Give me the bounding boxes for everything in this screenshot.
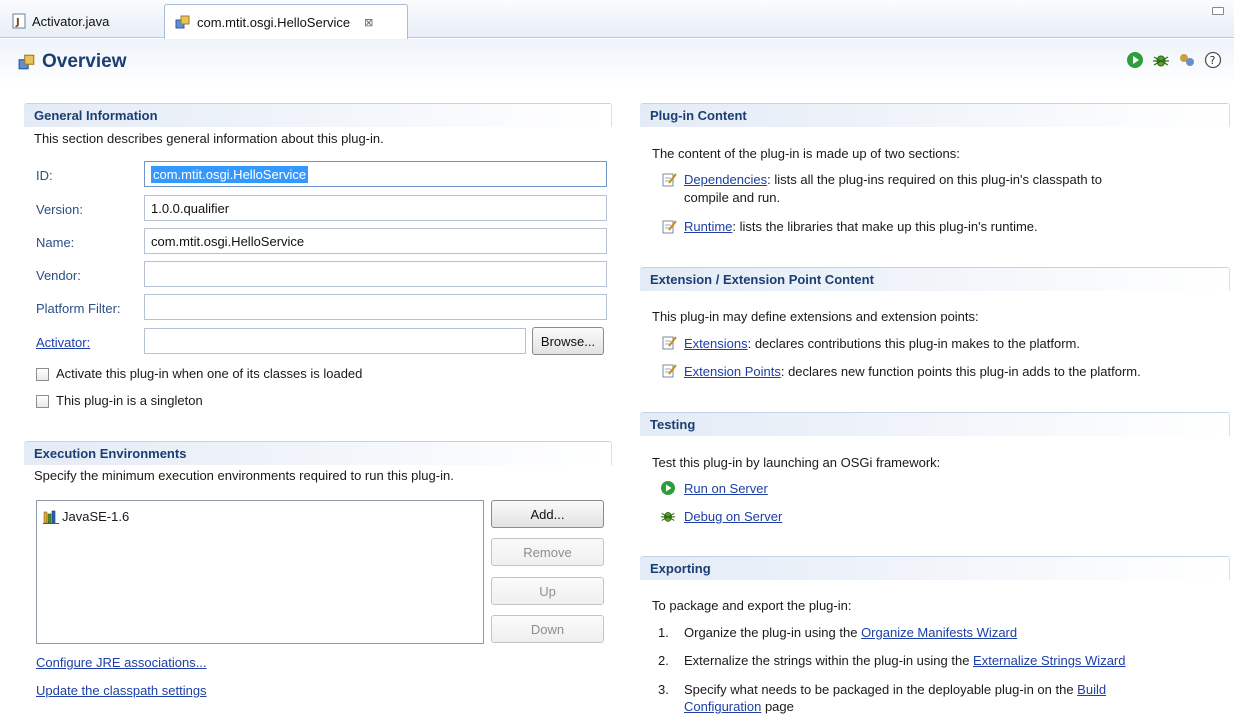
name-field[interactable]: com.mtit.osgi.HelloService — [144, 228, 607, 254]
extension-intro: This plug-in may define extensions and e… — [652, 309, 979, 324]
activate-lazily-label: Activate this plug-in when one of its cl… — [56, 366, 363, 381]
help-icon[interactable]: ? — [1204, 51, 1222, 69]
tab-label: com.mtit.osgi.HelloService — [197, 14, 351, 30]
runtime-line: Runtime: lists the libraries that make u… — [684, 219, 1038, 234]
id-value: com.mtit.osgi.HelloService — [151, 165, 309, 183]
extension-content-header[interactable]: Extension / Extension Point Content — [640, 267, 1230, 291]
java-file-icon: J — [12, 13, 26, 29]
add-environment-button[interactable]: Add... — [491, 500, 604, 528]
list-item[interactable]: JavaSE-1.6 — [43, 509, 129, 524]
platform-filter-field[interactable] — [144, 294, 607, 320]
run-on-server-link[interactable]: Run on Server — [684, 481, 768, 496]
tab-label: Activator.java — [32, 13, 110, 29]
svg-text:J: J — [15, 17, 20, 28]
execution-environment-list[interactable]: JavaSE-1.6 — [36, 500, 484, 644]
testing-intro: Test this plug-in by launching an OSGi f… — [652, 455, 941, 470]
export-step-3: Specify what needs to be packaged in the… — [684, 682, 1106, 697]
dependencies-text: : lists all the plug-ins required on thi… — [767, 172, 1103, 187]
export-step-text: page — [761, 699, 794, 714]
browse-button[interactable]: Browse... — [532, 327, 604, 355]
name-label: Name: — [36, 235, 75, 250]
run-icon — [661, 481, 675, 495]
plugin-content-header[interactable]: Plug-in Content — [640, 103, 1230, 127]
testing-header[interactable]: Testing — [640, 412, 1230, 436]
export-step-text: Organize the plug-in using the — [684, 625, 862, 640]
list-item-label: JavaSE-1.6 — [62, 509, 130, 524]
export-step-3-cont: Configuration page — [684, 699, 794, 714]
general-description: This section describes general informati… — [34, 131, 384, 146]
runtime-link[interactable]: Runtime — [684, 219, 732, 234]
version-value: 1.0.0.qualifier — [151, 200, 230, 216]
name-value: com.mtit.osgi.HelloService — [151, 233, 305, 249]
build-configuration-link-cont[interactable]: Configuration — [684, 699, 761, 714]
export-step-number: 2. — [658, 653, 669, 668]
execution-environments-header[interactable]: Execution Environments — [24, 441, 612, 465]
externalize-strings-link[interactable]: Externalize Strings Wizard — [973, 653, 1125, 668]
dependencies-text-cont: compile and run. — [684, 190, 781, 205]
exec-description: Specify the minimum execution environmen… — [34, 468, 454, 483]
plugin-icon — [175, 15, 190, 29]
tab-activator-java[interactable]: J Activator.java — [2, 4, 160, 38]
organize-manifests-link[interactable]: Organize Manifests Wizard — [861, 625, 1017, 640]
dependencies-link[interactable]: Dependencies — [684, 172, 767, 187]
singleton-checkbox[interactable] — [36, 395, 49, 408]
form-toolbar: ? — [1126, 51, 1222, 69]
plugin-content-intro: The content of the plug-in is made up of… — [652, 146, 960, 161]
extension-points-link[interactable]: Extension Points — [684, 364, 781, 379]
extension-points-text: : declares new function points this plug… — [780, 364, 1141, 379]
configure-jre-link[interactable]: Configure JRE associations... — [36, 655, 207, 670]
minimize-icon[interactable] — [1212, 7, 1224, 15]
activator-link[interactable]: Activator: — [36, 335, 90, 350]
jre-library-icon — [43, 510, 59, 524]
page-edit-icon — [662, 364, 677, 378]
form-header: Overview ? — [0, 39, 1234, 84]
editor-tab-bar: J Activator.java com.mtit.osgi.HelloServ… — [0, 0, 1234, 39]
tab-hello-service[interactable]: com.mtit.osgi.HelloService ⊠ — [164, 4, 408, 39]
activator-field[interactable] — [144, 328, 526, 354]
move-up-button[interactable]: Up — [491, 577, 604, 605]
export-step-number: 1. — [658, 625, 669, 640]
svg-text:?: ? — [1210, 54, 1216, 67]
runtime-text: : lists the libraries that make up this … — [732, 219, 1038, 234]
export-step-number: 3. — [658, 682, 669, 697]
profile-icon[interactable] — [1178, 51, 1196, 69]
export-step-text: Externalize the strings within the plug-… — [684, 653, 974, 668]
singleton-label: This plug-in is a singleton — [56, 393, 203, 408]
debug-icon — [660, 512, 676, 522]
general-information-header[interactable]: General Information — [24, 103, 612, 127]
version-field[interactable]: 1.0.0.qualifier — [144, 195, 607, 221]
page-edit-icon — [662, 220, 677, 234]
close-tab-icon[interactable]: ⊠ — [364, 16, 373, 29]
extensions-link[interactable]: Extensions — [684, 336, 748, 351]
page-edit-icon — [662, 336, 677, 350]
export-step-2: Externalize the strings within the plug-… — [684, 653, 1126, 668]
debug-icon[interactable] — [1152, 51, 1170, 69]
platform-filter-label: Platform Filter: — [36, 301, 121, 316]
exporting-intro: To package and export the plug-in: — [652, 598, 852, 613]
export-step-text: Specify what needs to be packaged in the… — [684, 682, 1078, 697]
dependencies-line: Dependencies: lists all the plug-ins req… — [684, 172, 1102, 187]
vendor-field[interactable] — [144, 261, 607, 287]
version-label: Version: — [36, 202, 83, 217]
debug-on-server-link[interactable]: Debug on Server — [684, 509, 782, 524]
extensions-line: Extensions: declares contributions this … — [684, 336, 1080, 351]
exporting-header[interactable]: Exporting — [640, 556, 1230, 580]
vendor-label: Vendor: — [36, 268, 81, 283]
page-title: Overview — [42, 50, 127, 72]
activate-lazily-checkbox[interactable] — [36, 368, 49, 381]
id-label: ID: — [36, 168, 53, 183]
export-step-1: Organize the plug-in using the Organize … — [684, 625, 1017, 640]
move-down-button[interactable]: Down — [491, 615, 604, 643]
plugin-manifest-icon — [18, 54, 35, 69]
run-icon[interactable] — [1126, 51, 1144, 69]
page-edit-icon — [662, 173, 677, 187]
extension-points-line: Extension Points: declares new function … — [684, 364, 1141, 379]
remove-environment-button[interactable]: Remove — [491, 538, 604, 566]
extensions-text: : declares contributions this plug-in ma… — [747, 336, 1080, 351]
update-classpath-link[interactable]: Update the classpath settings — [36, 683, 207, 698]
build-configuration-link[interactable]: Build — [1077, 682, 1106, 697]
id-field[interactable]: com.mtit.osgi.HelloService — [144, 161, 607, 187]
